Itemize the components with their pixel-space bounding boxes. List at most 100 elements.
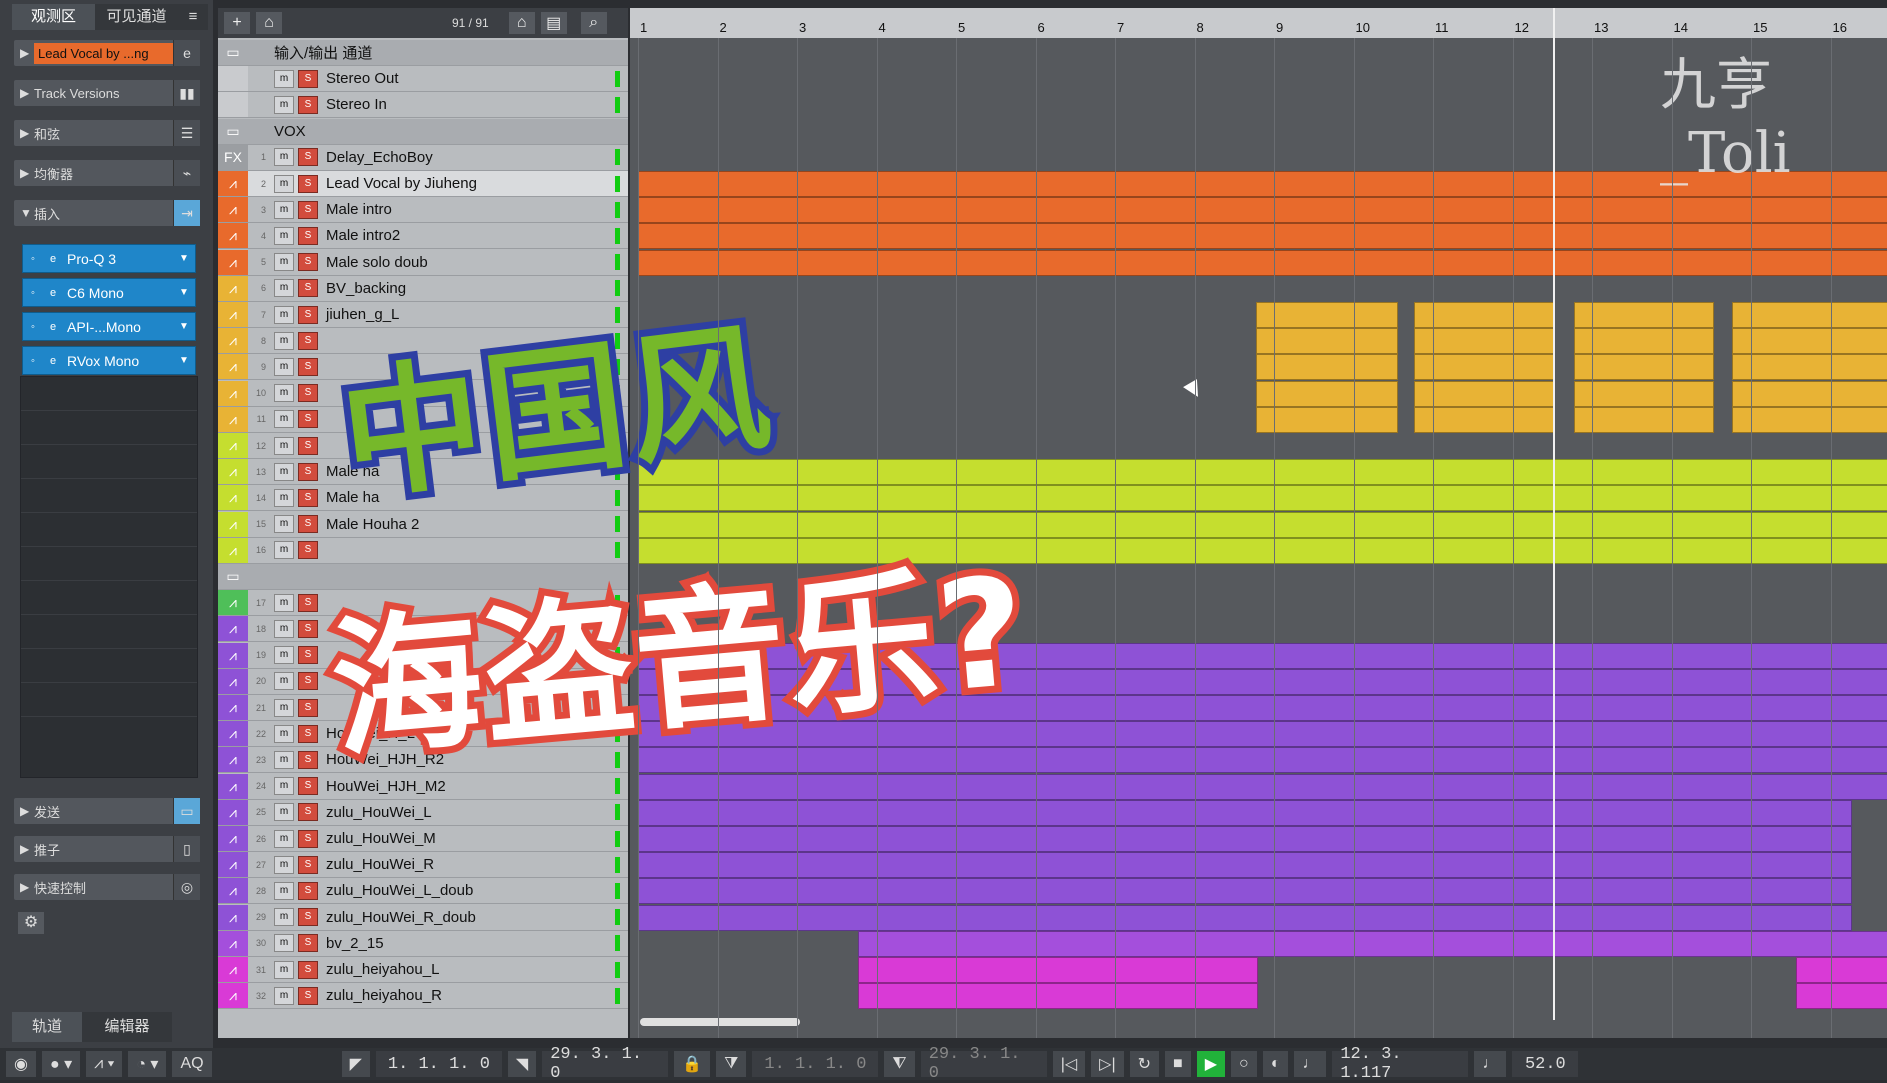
mute-button[interactable]: m [274, 331, 294, 350]
solo-button[interactable]: S [298, 253, 318, 272]
folder-icon[interactable]: ⌂ [256, 12, 282, 34]
mute-button[interactable]: m [274, 488, 294, 507]
insert-icon[interactable]: ⇥ [173, 200, 200, 226]
track-name[interactable]: zulu_heiyahou_R [326, 987, 442, 1004]
go-to-start-icon[interactable]: |◁ [1052, 1051, 1086, 1077]
go-to-end-icon[interactable]: ▷| [1091, 1051, 1124, 1077]
mute-button[interactable]: m [274, 174, 294, 193]
track-name[interactable]: BV_backing [326, 280, 406, 297]
track-row[interactable]: ⩘ 26 m Szulu_HouWei_M [218, 826, 628, 852]
audio-event[interactable] [1256, 302, 1398, 328]
solo-button[interactable]: S [298, 619, 318, 638]
audio-event[interactable] [1256, 380, 1398, 407]
audio-event[interactable] [638, 773, 1887, 800]
track-name[interactable]: Male solo doub [326, 254, 428, 271]
search-icon[interactable]: ⌕ [580, 12, 607, 34]
section-sends[interactable]: ▶ 发送 ▭ [14, 798, 200, 824]
audio-event[interactable] [1796, 957, 1887, 983]
mute-button[interactable]: m [274, 226, 294, 245]
snap-icon[interactable]: ◉ [6, 1051, 36, 1077]
mute-button[interactable]: m [274, 908, 294, 927]
audio-event[interactable] [1574, 354, 1714, 381]
mute-button[interactable]: m [274, 541, 294, 560]
track-name[interactable]: Stereo In [326, 96, 387, 113]
cycle-icon[interactable]: ↻ [1129, 1051, 1160, 1077]
edit-icon[interactable]: e [43, 321, 63, 333]
audio-event[interactable] [1732, 354, 1887, 381]
solo-button[interactable]: S [298, 646, 318, 665]
track-name[interactable]: 输入/输出 通道 [274, 42, 372, 63]
solo-button[interactable]: S [298, 855, 318, 874]
solo-button[interactable]: S [298, 226, 318, 245]
send-icon[interactable]: ▭ [173, 798, 200, 824]
solo-button[interactable]: S [298, 515, 318, 534]
stop-icon[interactable]: ■ [1165, 1051, 1191, 1077]
section-inserts[interactable]: ▼ 插入 ⇥ [14, 200, 200, 226]
record-icon[interactable]: ○ [1231, 1051, 1257, 1077]
audio-event[interactable] [638, 904, 1852, 931]
horizontal-scrollbar[interactable] [640, 1018, 800, 1026]
mute-button[interactable]: m [274, 986, 294, 1005]
punch-in-icon[interactable]: ⧩ [716, 1051, 747, 1077]
audio-event[interactable] [1796, 983, 1887, 1010]
section-chord[interactable]: ▶ 和弦 ☰ [14, 120, 200, 146]
chevron-down-icon[interactable]: ▼ [173, 253, 195, 264]
solo-button[interactable]: S [298, 462, 318, 481]
mute-button[interactable]: m [274, 803, 294, 822]
position-display[interactable]: 12. 3. 1.117 [1332, 1045, 1469, 1083]
solo-button[interactable]: S [298, 410, 318, 429]
aq-button[interactable]: AQ [172, 1051, 212, 1077]
audio-event[interactable] [1732, 328, 1887, 355]
track-row[interactable]: ⩘ 5 m S Male solo doub [218, 249, 628, 276]
track-name[interactable]: zulu_HouWei_R [326, 856, 434, 873]
mute-button[interactable]: m [274, 855, 294, 874]
edit-icon[interactable]: e [43, 253, 63, 265]
audio-event[interactable] [858, 930, 1887, 957]
track-name[interactable]: zulu_HouWei_L_doub [326, 882, 473, 899]
tab-tracks[interactable]: 轨道 [12, 1012, 82, 1042]
track-name[interactable]: Stereo Out [326, 70, 399, 87]
mute-button[interactable]: m [274, 69, 294, 88]
audio-event[interactable] [1256, 328, 1398, 355]
auto-punch-icon[interactable]: ◐ [1262, 1051, 1289, 1077]
mute-button[interactable]: m [274, 95, 294, 114]
preroll-icon[interactable]: ◔ ▾ [128, 1051, 167, 1077]
solo-button[interactable]: S [298, 174, 318, 193]
mute-button[interactable]: m [274, 410, 294, 429]
mute-button[interactable]: m [274, 777, 294, 796]
track-row[interactable]: ⩘ 31 m Szulu_heiyahou_L [218, 957, 628, 983]
track-row[interactable]: ⩘ 3 m S Male intro [218, 197, 628, 224]
mute-button[interactable]: m [274, 384, 294, 403]
track-row[interactable]: ⩘ 4 m S Male intro2 [218, 223, 628, 250]
audio-event[interactable] [1414, 302, 1554, 328]
solo-button[interactable]: S [298, 357, 318, 376]
track-row[interactable]: ⩘ 30 m Sbv_2_15 [218, 930, 628, 957]
mute-button[interactable]: m [274, 934, 294, 953]
audio-event[interactable] [638, 223, 1887, 250]
metronome-icon[interactable]: ♩ [1294, 1051, 1327, 1077]
edit-icon[interactable]: e [43, 355, 63, 367]
insert-slot-2[interactable]: ◦ e C6 Mono ▼ [22, 278, 196, 307]
audio-event[interactable] [1574, 380, 1714, 407]
right-locator-icon[interactable]: ◥ [507, 1051, 537, 1077]
solo-button[interactable]: S [298, 69, 318, 88]
tempo-display[interactable]: 52.0 [1512, 1051, 1579, 1077]
mute-button[interactable]: m [274, 698, 294, 717]
mute-button[interactable]: m [274, 462, 294, 481]
track-name[interactable]: zulu_heiyahou_L [326, 961, 439, 978]
lock-icon[interactable]: 🔒 [674, 1051, 711, 1077]
solo-button[interactable]: S [298, 331, 318, 350]
left-locator-icon[interactable]: ◤ [341, 1051, 370, 1077]
audio-event[interactable] [1574, 328, 1714, 355]
track-name[interactable]: Lead Vocal by Jiuheng [326, 175, 477, 192]
track-row[interactable]: ⩘ 28 m Szulu_HouWei_L_doub [218, 878, 628, 905]
mute-button[interactable]: m [274, 305, 294, 324]
tab-inspector[interactable]: 观测区 [12, 4, 95, 30]
section-track-versions[interactable]: ▶ Track Versions ▮▮ [14, 80, 200, 106]
add-track-icon[interactable]: + [224, 12, 250, 34]
audio-event[interactable] [858, 983, 1258, 1010]
solo-button[interactable]: S [298, 829, 318, 848]
track-row[interactable]: m S Stereo In [218, 92, 628, 119]
solo-button[interactable]: S [298, 672, 318, 691]
playhead-cursor[interactable] [1553, 8, 1555, 1020]
